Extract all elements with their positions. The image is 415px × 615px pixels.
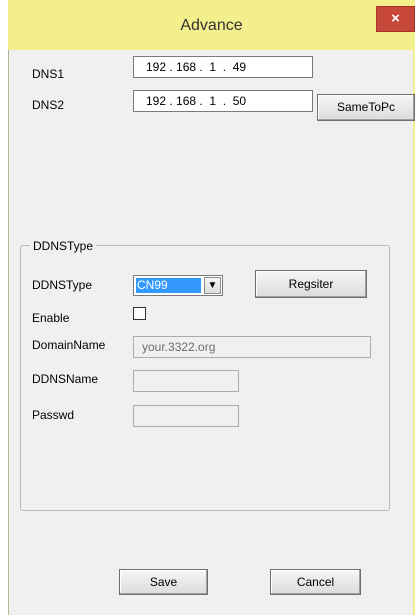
enable-label: Enable bbox=[32, 311, 70, 325]
title-bar[interactable]: Advance bbox=[8, 0, 415, 45]
ddns-type-label: DDNSType bbox=[32, 278, 93, 292]
passwd-label: Passwd bbox=[32, 408, 75, 422]
cancel-button[interactable]: Cancel bbox=[270, 569, 361, 595]
dns1-ip-field[interactable]: 192 . 168 . 1 . 49 bbox=[133, 56, 313, 78]
dns1-label: DNS1 bbox=[32, 67, 65, 81]
ddns-type-select[interactable]: CN99 ▼ bbox=[133, 275, 223, 296]
domain-name-field[interactable]: your.3322.org bbox=[133, 336, 371, 358]
enable-checkbox[interactable] bbox=[133, 307, 146, 320]
same-to-pc-button[interactable]: SameToPc bbox=[317, 94, 415, 121]
ddns-group-title: DDNSType bbox=[30, 239, 97, 253]
close-button[interactable]: × bbox=[376, 6, 415, 32]
domain-name-label: DomainName bbox=[32, 338, 106, 352]
ddns-name-field[interactable] bbox=[133, 370, 239, 392]
save-button[interactable]: Save bbox=[119, 569, 208, 595]
ddns-name-label: DDNSName bbox=[32, 372, 99, 386]
ddns-type-selected-value: CN99 bbox=[136, 278, 201, 293]
passwd-field[interactable] bbox=[133, 405, 239, 427]
window-title: Advance bbox=[180, 17, 243, 34]
close-icon: × bbox=[391, 10, 400, 27]
register-button[interactable]: Regsiter bbox=[255, 270, 367, 298]
dns2-ip-field[interactable]: 192 . 168 . 1 . 50 bbox=[133, 90, 313, 112]
dns2-label: DNS2 bbox=[32, 98, 65, 112]
chevron-down-icon[interactable]: ▼ bbox=[204, 277, 221, 294]
